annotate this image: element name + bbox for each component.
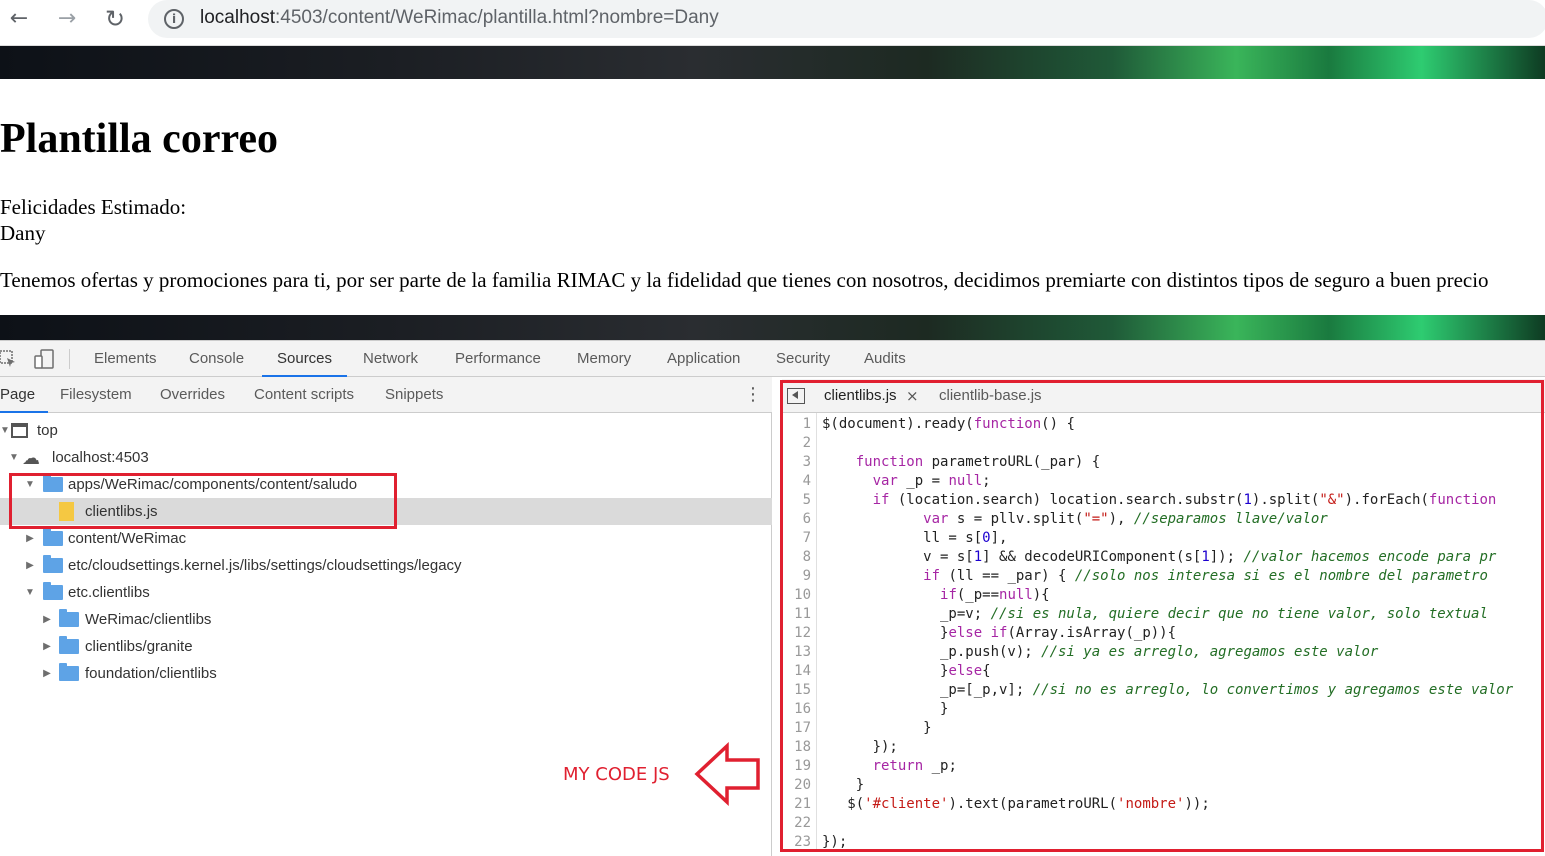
frame-icon [11,423,28,438]
devtools-panel: Elements Console Sources Network Perform… [0,340,1545,856]
expand-arrow-icon[interactable]: ▶ [40,633,54,660]
collapse-arrow-icon[interactable]: ▼ [23,579,37,606]
cloud-icon: ☁ [22,448,40,468]
tab-snippets[interactable]: Snippets [385,377,443,413]
promo-paragraph: Tenemos ofertas y promociones para ti, p… [0,268,1489,292]
tree-item-label: foundation/clientlibs [85,665,217,682]
expand-arrow-icon[interactable]: ▶ [40,660,54,687]
folder-icon [43,528,63,546]
tree-item-host[interactable]: ▼ ☁ localhost:4503 [0,444,772,471]
tab-page[interactable]: Page [0,377,49,413]
expand-arrow-icon[interactable]: ▶ [23,525,37,552]
client-name: Dany [0,221,46,245]
folder-icon [59,636,79,654]
address-bar[interactable]: i localhost:4503/content/WeRimac/plantil… [148,0,1545,38]
url-host: localhost [200,7,275,28]
tab-overrides[interactable]: Overrides [160,377,225,413]
tab-sources[interactable]: Sources [262,341,348,377]
tree-item-label: etc.clientlibs [68,584,150,601]
expand-arrow-icon[interactable]: ▶ [40,606,54,633]
tree-item-folder[interactable]: ▶ clientlibs/granite [0,633,772,660]
page-title: Plantilla correo [0,116,278,162]
expand-arrow-icon[interactable]: ▶ [23,552,37,579]
folder-icon [59,609,79,627]
more-options-icon[interactable]: ⋮ [744,385,762,405]
annotation-label: MY CODE JS [563,764,670,785]
browser-toolbar: ← → ↻ i localhost:4503/content/WeRimac/p… [0,0,1545,46]
folder-icon [43,582,63,600]
reload-icon[interactable]: ↻ [99,4,131,34]
annotation-box-editor [780,380,1544,852]
devtools-tabbar: Elements Console Sources Network Perform… [0,341,1545,377]
url-text[interactable]: localhost:4503/content/WeRimac/plantilla… [200,7,719,29]
inspect-element-icon[interactable] [0,349,18,369]
tab-memory[interactable]: Memory [577,341,631,377]
tree-item-folder[interactable]: ▶ WeRimac/clientlibs [0,606,772,633]
tree-item-label: content/WeRimac [68,530,187,547]
tab-performance[interactable]: Performance [455,341,541,377]
toolbar-divider [69,349,70,369]
header-banner [0,46,1545,79]
tab-filesystem[interactable]: Filesystem [60,377,132,413]
folder-icon [59,663,79,681]
left-arrow-icon [694,742,760,806]
tree-item-label: localhost:4503 [52,449,149,466]
url-path: :4503/content/WeRimac/plantilla.html?nom… [275,7,719,28]
greeting-line: Felicidades Estimado: [0,195,187,219]
tab-application[interactable]: Application [667,341,740,377]
tree-item-folder[interactable]: ▶ foundation/clientlibs [0,660,772,687]
tab-network[interactable]: Network [363,341,418,377]
tree-item-label: etc/cloudsettings.kernel.js/libs/setting… [68,557,462,574]
sources-navigator: Page Filesystem Overrides Content script… [0,377,772,856]
folder-icon [43,555,63,573]
annotation-box-tree [9,473,397,529]
back-arrow-icon[interactable]: ← [3,4,35,34]
info-icon[interactable]: i [164,9,184,29]
tree-item-label: WeRimac/clientlibs [85,611,212,628]
footer-banner [0,315,1545,340]
forward-arrow-icon[interactable]: → [51,4,83,34]
navigator-tabbar: Page Filesystem Overrides Content script… [0,377,772,413]
tab-console[interactable]: Console [189,341,244,377]
tree-item-top[interactable]: ▼ top [0,417,772,444]
tree-item-folder[interactable]: ▼ etc.clientlibs [0,579,772,606]
tree-item-label: clientlibs/granite [85,638,193,655]
tree-item-folder[interactable]: ▶ etc/cloudsettings.kernel.js/libs/setti… [0,552,772,579]
tree-item-folder[interactable]: ▶ content/WeRimac [0,525,772,552]
device-toolbar-icon[interactable] [34,349,54,369]
tab-content-scripts[interactable]: Content scripts [254,377,354,413]
tab-audits[interactable]: Audits [864,341,906,377]
tab-security[interactable]: Security [776,341,830,377]
collapse-arrow-icon[interactable]: ▼ [7,444,21,471]
tree-item-label: top [37,422,58,439]
tab-elements[interactable]: Elements [94,341,157,377]
